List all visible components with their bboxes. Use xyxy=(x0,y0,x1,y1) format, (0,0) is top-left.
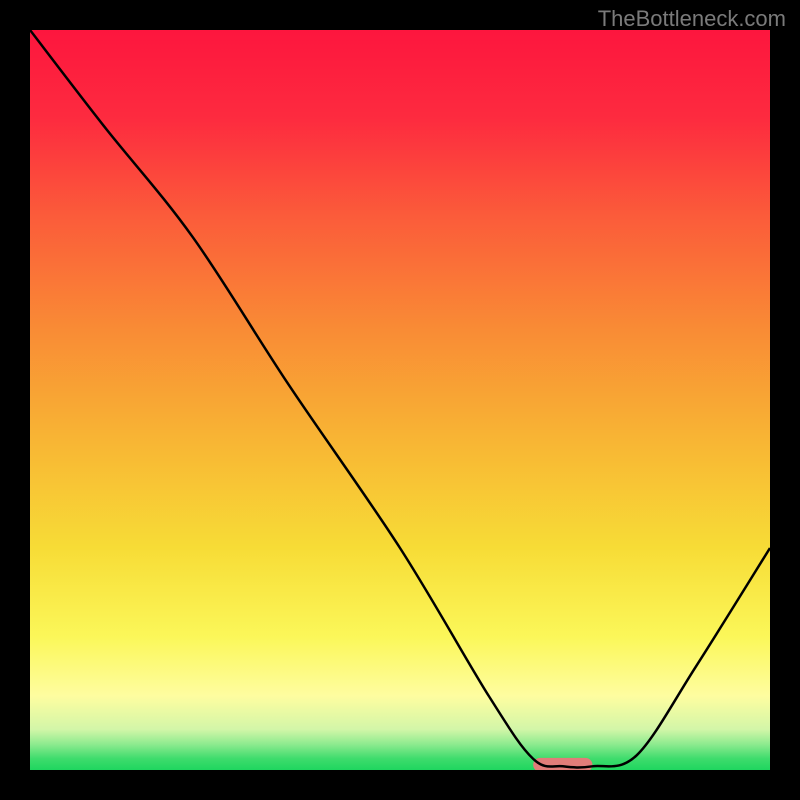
plot-area xyxy=(30,30,770,770)
watermark-text: TheBottleneck.com xyxy=(598,6,786,32)
curve-line xyxy=(30,30,770,767)
chart-curve xyxy=(30,30,770,770)
